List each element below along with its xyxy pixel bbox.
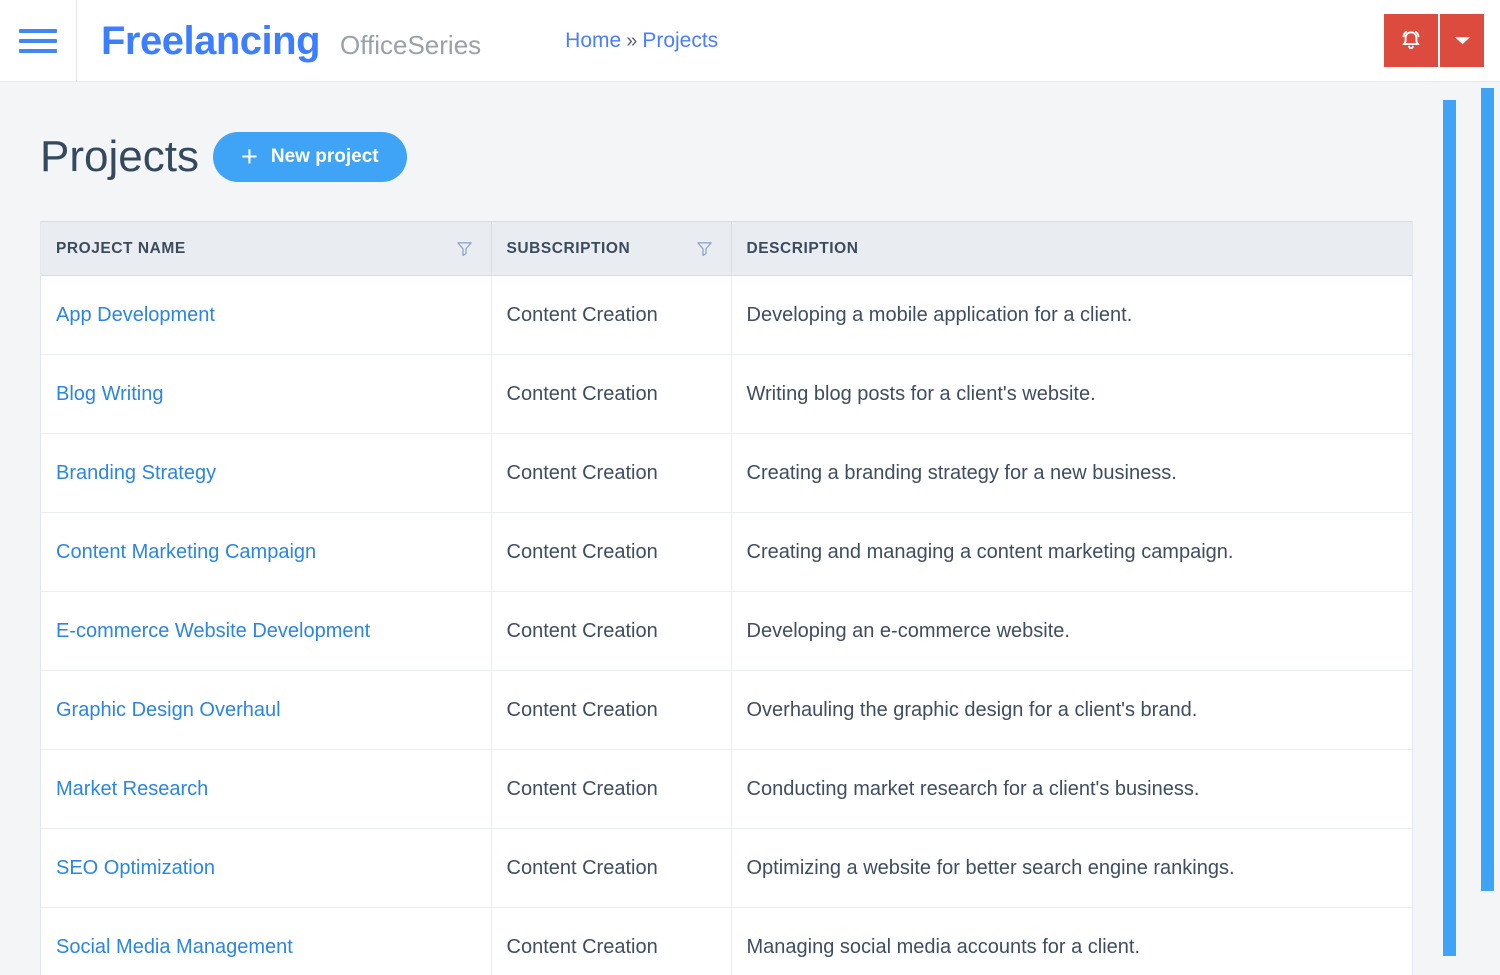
page-title: Projects <box>40 132 199 181</box>
project-link[interactable]: Social Media Management <box>56 936 293 958</box>
cell-description: Optimizing a website for better search e… <box>731 828 1412 908</box>
breadcrumb: Home » Projects <box>565 30 718 51</box>
plus-icon: + <box>240 140 258 173</box>
project-link[interactable]: Market Research <box>56 778 208 800</box>
cell-project-name: Blog Writing <box>41 354 492 434</box>
page-vertical-scrollbar[interactable] <box>1481 88 1494 891</box>
column-header-description[interactable]: DESCRIPTION <box>731 221 1412 276</box>
cell-description: Creating and managing a content marketin… <box>731 512 1412 592</box>
cell-project-name: App Development <box>41 275 492 355</box>
cell-project-name: Market Research <box>41 749 492 829</box>
cell-description: Overhauling the graphic design for a cli… <box>731 670 1412 750</box>
filter-funnel-icon <box>456 242 472 257</box>
hamburger-line <box>19 48 57 53</box>
breadcrumb-separator: » <box>626 30 638 52</box>
new-project-button[interactable]: + New project <box>212 132 407 182</box>
project-link[interactable]: SEO Optimization <box>56 857 215 879</box>
cell-subscription: Content Creation <box>491 749 732 829</box>
cell-subscription: Content Creation <box>491 354 732 434</box>
projects-table-container: PROJECT NAME SUBSCRIPTION DESCRIPTION Ap… <box>40 221 1413 975</box>
table-header-row: PROJECT NAME SUBSCRIPTION DESCRIPTION <box>41 221 1412 276</box>
account-dropdown-button[interactable] <box>1440 14 1484 67</box>
hamburger-menu-icon[interactable] <box>0 0 77 81</box>
cell-project-name: Branding Strategy <box>41 433 492 513</box>
filter-funnel-icon-subscription[interactable] <box>696 240 713 257</box>
filter-funnel-icon <box>696 242 712 257</box>
new-project-label: New project <box>270 146 379 167</box>
cell-subscription: Content Creation <box>491 828 732 908</box>
project-link[interactable]: E-commerce Website Development <box>56 620 370 642</box>
table-row: Branding Strategy Content Creation Creatin… <box>41 433 1412 513</box>
main-content-area: Projects + New project PROJECT NAME SUBS… <box>0 82 1437 975</box>
brand-name: Freelancing <box>101 18 321 63</box>
column-header-project-name[interactable]: PROJECT NAME <box>41 221 492 276</box>
page-header: Projects + New project <box>0 82 1437 182</box>
cell-description: Managing social media accounts for a cli… <box>746 935 1141 958</box>
cell-project-name: Graphic Design Overhaul <box>41 670 492 750</box>
cell-project-name: Social Media Management <box>41 907 492 975</box>
cell-subscription: Content Creation <box>491 433 732 513</box>
cell-project-name: E-commerce Website Development <box>41 591 492 671</box>
cell-subscription: Content Creation <box>491 670 732 750</box>
cell-description: Creating a branding strategy for a new b… <box>731 433 1412 513</box>
table-row: SEO Optimization Content Creation Optimizi… <box>41 828 1412 908</box>
top-navigation-bar: Freelancing OfficeSeries Home » Projects <box>0 0 1500 82</box>
column-label: SUBSCRIPTION <box>506 239 631 257</box>
breadcrumb-item-home[interactable]: Home <box>565 30 621 51</box>
project-link[interactable]: Blog Writing <box>56 383 163 405</box>
bell-icon <box>1402 30 1420 50</box>
cell-project-name: SEO Optimization <box>41 828 492 908</box>
brand-logo[interactable]: Freelancing OfficeSeries <box>101 21 481 61</box>
cell-description: Writing blog posts for a client's websit… <box>731 354 1412 434</box>
column-header-subscription[interactable]: SUBSCRIPTION <box>491 221 732 276</box>
cell-subscription: Content Creation <box>491 907 732 975</box>
cell-subscription: Content Creation <box>491 275 732 355</box>
project-link[interactable]: Content Marketing Campaign <box>56 541 316 563</box>
filter-funnel-icon-project-name[interactable] <box>456 240 473 257</box>
table-row: E-commerce Website Development Content Cr… <box>41 591 1412 671</box>
table-row: Graphic Design Overhaul Content Creation O… <box>41 670 1412 750</box>
cell-project-name: Content Marketing Campaign <box>41 512 492 592</box>
brand-subtitle: OfficeSeries <box>340 29 482 60</box>
table-row: Blog Writing Content Creation Writing blog… <box>41 354 1412 434</box>
hamburger-line <box>19 28 57 33</box>
project-link[interactable]: App Development <box>56 304 215 326</box>
table-row: Content Marketing Campaign Content Creati… <box>41 512 1412 592</box>
cell-subscription: Content Creation <box>491 591 732 671</box>
cell-description: Conducting market research for a client'… <box>731 749 1412 829</box>
table-body: App Development Content Creation Developin… <box>41 275 1412 975</box>
table-row: Social Media Management Content Creation M… <box>41 907 1412 975</box>
table-header: PROJECT NAME SUBSCRIPTION DESCRIPTION <box>41 221 1412 276</box>
table-row: Market Research Content Creation Conductin… <box>41 749 1412 829</box>
topbar-actions <box>1384 14 1484 67</box>
cell-description: Developing a mobile application for a cl… <box>731 275 1412 355</box>
cell-description: Developing an e-commerce website. <box>731 591 1412 671</box>
projects-table: PROJECT NAME SUBSCRIPTION DESCRIPTION Ap… <box>41 221 1412 975</box>
cell-subscription: Content Creation <box>491 512 732 592</box>
project-link[interactable]: Branding Strategy <box>56 462 216 484</box>
table-row: App Development Content Creation Developin… <box>41 275 1412 355</box>
notifications-button[interactable] <box>1384 14 1440 67</box>
column-label: DESCRIPTION <box>746 239 859 257</box>
breadcrumb-item-projects[interactable]: Projects <box>642 30 718 51</box>
column-label: PROJECT NAME <box>56 239 186 257</box>
chevron-down-icon <box>1454 37 1470 45</box>
hamburger-line <box>19 38 57 43</box>
project-link[interactable]: Graphic Design Overhaul <box>56 699 281 721</box>
inner-vertical-scrollbar[interactable] <box>1443 100 1456 956</box>
